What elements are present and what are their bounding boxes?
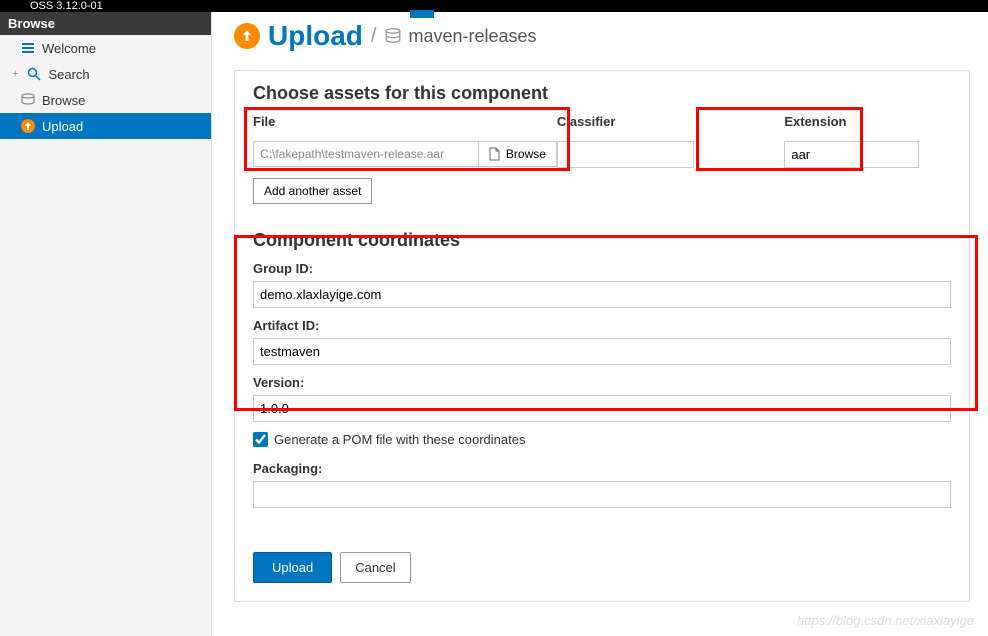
browse-button[interactable]: Browse bbox=[479, 141, 557, 167]
database-icon bbox=[384, 27, 402, 45]
extension-input[interactable] bbox=[784, 141, 919, 168]
breadcrumb-separator: / bbox=[371, 25, 377, 48]
generate-pom-label: Generate a POM file with these coordinat… bbox=[274, 432, 525, 447]
artifact-id-label: Artifact ID: bbox=[253, 318, 951, 333]
upload-header-icon bbox=[234, 23, 260, 49]
page-header: Upload / maven-releases bbox=[234, 20, 970, 52]
version-input[interactable] bbox=[253, 395, 951, 422]
artifact-id-input[interactable] bbox=[253, 338, 951, 365]
file-path-display: C:\fakepath\testmaven-release.aar bbox=[253, 141, 479, 167]
classifier-label: Classifier bbox=[557, 114, 694, 129]
browse-icon bbox=[20, 92, 36, 108]
sidebar: Browse Welcome + Search Browse Upload bbox=[0, 12, 212, 636]
version-label: Version: bbox=[253, 375, 951, 390]
group-id-input[interactable] bbox=[253, 281, 951, 308]
group-id-label: Group ID: bbox=[253, 261, 951, 276]
coords-section-title: Component coordinates bbox=[253, 230, 951, 251]
search-icon bbox=[26, 66, 42, 82]
sidebar-item-upload[interactable]: Upload bbox=[0, 113, 211, 139]
coordinates-section: Component coordinates Group ID: Artifact… bbox=[253, 230, 951, 508]
sidebar-title: Browse bbox=[0, 12, 211, 35]
sidebar-item-label: Browse bbox=[42, 93, 85, 108]
welcome-icon bbox=[20, 40, 36, 56]
upload-button[interactable]: Upload bbox=[253, 552, 332, 583]
button-row: Upload Cancel bbox=[253, 552, 951, 583]
cancel-button[interactable]: Cancel bbox=[340, 552, 410, 583]
generate-pom-checkbox[interactable] bbox=[253, 432, 268, 447]
sidebar-item-label: Upload bbox=[42, 119, 83, 134]
sidebar-item-label: Search bbox=[48, 67, 89, 82]
sidebar-item-welcome[interactable]: Welcome bbox=[0, 35, 211, 61]
asset-input-row: C:\fakepath\testmaven-release.aar Browse bbox=[253, 141, 951, 168]
file-input-wrap: C:\fakepath\testmaven-release.aar Browse bbox=[253, 141, 557, 167]
topbar: OSS 3.12.0-01 bbox=[0, 0, 988, 12]
upload-icon bbox=[20, 118, 36, 134]
classifier-input[interactable] bbox=[557, 141, 694, 168]
assets-section-title: Choose assets for this component bbox=[253, 83, 951, 104]
repo-name-wrap: maven-releases bbox=[384, 26, 536, 47]
repo-name: maven-releases bbox=[408, 26, 536, 47]
browse-label: Browse bbox=[506, 147, 546, 161]
expand-icon[interactable]: + bbox=[12, 68, 18, 80]
sidebar-item-browse[interactable]: Browse bbox=[0, 87, 211, 113]
asset-header-row: File Classifier Extension bbox=[253, 114, 951, 135]
add-asset-button[interactable]: Add another asset bbox=[253, 178, 372, 204]
packaging-input[interactable] bbox=[253, 481, 951, 508]
sidebar-item-search[interactable]: + Search bbox=[0, 61, 211, 87]
file-icon bbox=[489, 147, 501, 161]
packaging-label: Packaging: bbox=[253, 461, 951, 476]
extension-label: Extension bbox=[784, 114, 951, 129]
generate-pom-row: Generate a POM file with these coordinat… bbox=[253, 432, 951, 447]
upload-panel: Choose assets for this component File Cl… bbox=[234, 70, 970, 602]
version-text: OSS 3.12.0-01 bbox=[30, 0, 103, 12]
watermark: https://blog.csdn.net/xiaxiayige bbox=[797, 613, 974, 628]
page-title: Upload bbox=[268, 20, 363, 52]
file-label: File bbox=[253, 114, 557, 129]
sidebar-item-label: Welcome bbox=[42, 41, 96, 56]
content: Upload / maven-releases Choose assets fo… bbox=[212, 12, 988, 636]
